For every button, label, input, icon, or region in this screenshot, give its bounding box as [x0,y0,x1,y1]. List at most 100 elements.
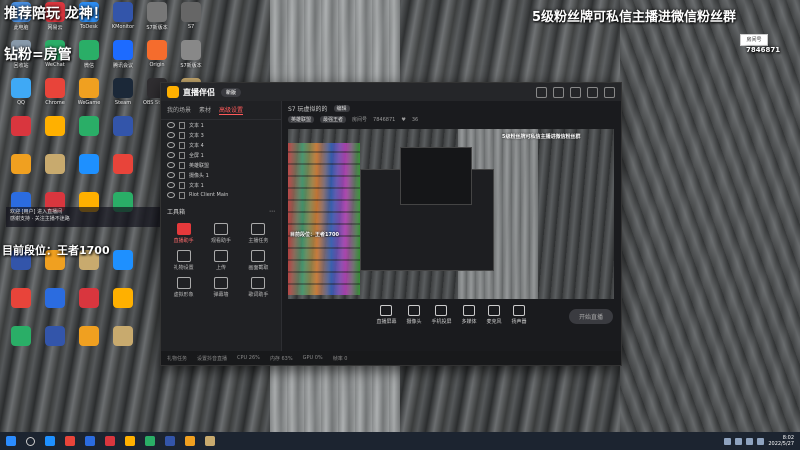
toolbox-tool-button[interactable]: 观看助手 [202,223,239,244]
desktop-icon[interactable] [72,326,106,348]
desktop-icon[interactable]: S7新版本 [174,40,208,69]
source-control-button[interactable]: 麦克风 [487,305,502,325]
close-icon[interactable] [604,86,615,98]
desktop-icon[interactable]: Steam [106,78,140,106]
desktop-icon[interactable]: S7 [174,2,208,30]
lock-icon[interactable] [179,191,185,199]
taskbar-app-icon[interactable] [145,436,155,446]
category-tag[interactable]: 英雄联盟 [288,116,315,123]
taskbar-app-icon[interactable] [105,436,115,446]
lock-icon[interactable] [179,171,185,179]
visibility-eye-icon[interactable] [167,152,175,158]
message-icon[interactable] [536,86,547,98]
visibility-eye-icon[interactable] [167,132,175,138]
stream-preview[interactable]: 5级粉丝牌可私信主播进微信粉丝群 目前段位：王者1700 [288,129,614,299]
tray-icon[interactable] [735,437,743,445]
visibility-eye-icon[interactable] [167,182,175,188]
taskbar-app-icon[interactable] [185,436,195,446]
layer-item[interactable]: 文本 1 [161,180,281,190]
taskbar-app-icon[interactable] [45,436,55,446]
desktop-icon[interactable]: Origin [140,40,174,68]
desktop-icon[interactable]: 腾讯会议 [106,40,140,69]
visibility-eye-icon[interactable] [167,142,175,148]
maximize-icon[interactable] [587,86,598,98]
layer-item[interactable]: 文本 4 [161,140,281,150]
desktop-icon[interactable]: KMonitor [106,2,140,30]
desktop-icon[interactable] [106,154,140,176]
desktop-icon[interactable] [106,250,140,272]
desktop-icon[interactable]: Chrome [38,78,72,106]
source-control-button[interactable]: 多媒体 [462,305,477,325]
rank-tag[interactable]: 最强王者 [320,116,347,123]
start-live-button[interactable]: 开始直播 [568,309,613,324]
windows-start-icon[interactable] [6,436,16,446]
lock-icon[interactable] [179,181,185,189]
tab-my-scenes[interactable]: 我的场景 [167,105,191,115]
minimize-icon[interactable] [570,86,581,98]
lock-icon[interactable] [179,161,185,169]
visibility-eye-icon[interactable] [167,162,175,168]
source-control-button[interactable]: 直播屏幕 [376,305,396,325]
desktop-icon[interactable] [38,154,72,176]
volume-icon[interactable] [757,437,765,445]
clock[interactable]: 8:02 2022/5/27 [768,435,794,447]
toolbox-tool-button[interactable]: 上传 [202,250,239,271]
layer-item[interactable]: 英雄联盟 [161,160,281,170]
taskbar-app-icon[interactable] [85,436,95,446]
search-icon[interactable] [26,436,35,446]
visibility-eye-icon[interactable] [167,192,175,198]
tab-assets[interactable]: 素材 [199,105,211,115]
desktop-icon[interactable]: QQ [4,78,38,106]
desktop-icon[interactable]: S7新版本 [140,2,174,31]
toolbox-tool-button[interactable]: 歌词助手 [240,277,277,298]
source-control-button[interactable]: 扬声器 [512,305,527,325]
toolbox-tool-button[interactable]: 弹幕墙 [202,277,239,298]
desktop-icon[interactable]: WeGame [72,78,106,106]
settings-icon[interactable] [553,86,564,98]
desktop-icon[interactable] [72,116,106,138]
desktop-icon[interactable] [72,154,106,176]
visibility-eye-icon[interactable] [167,172,175,178]
desktop-icon[interactable] [106,288,140,310]
layer-item[interactable]: 全屏 1 [161,150,281,160]
toolbox-tool-button[interactable]: 主播任务 [240,223,277,244]
source-control-button[interactable]: 手机投屏 [431,305,452,325]
taskbar-app-icon[interactable] [125,436,135,446]
visibility-eye-icon[interactable] [167,122,175,128]
desktop-icon[interactable] [4,154,38,176]
toolbox-tool-button[interactable]: 画面截取 [240,250,277,271]
desktop-icon[interactable] [106,116,140,138]
taskbar-app-icon[interactable] [165,436,175,446]
toolbox-more-icon[interactable]: ⋯ [269,208,275,215]
desktop-icon[interactable] [4,116,38,138]
desktop-icon[interactable] [38,288,72,310]
layer-item[interactable]: 文本 1 [161,120,281,130]
desktop-icon[interactable] [4,326,38,348]
taskbar-app-icon[interactable] [205,436,215,446]
lock-icon[interactable] [179,131,185,139]
lock-icon[interactable] [179,151,185,159]
toolbox-tool-button[interactable]: 虚拟形象 [165,277,202,298]
tab-advanced[interactable]: 高级设置 [219,105,244,115]
desktop-icon[interactable] [38,326,72,348]
control-label: 多媒体 [461,319,477,325]
version-button[interactable]: 新版 [221,87,242,97]
desktop-icon[interactable] [38,116,72,138]
desktop-icon[interactable] [106,326,140,348]
tray-icon[interactable] [724,437,732,445]
network-icon[interactable] [746,437,754,445]
layer-item[interactable]: 文本 3 [161,130,281,140]
lock-icon[interactable] [179,121,185,129]
desktop-icon[interactable] [4,288,38,310]
app-icon [79,326,99,346]
edit-title-button[interactable]: 编辑 [333,105,350,112]
layer-item[interactable]: 摄像头 1 [161,170,281,180]
desktop-icon[interactable] [72,288,106,310]
layer-item[interactable]: Riot Client Main [161,190,281,200]
taskbar-app-icon[interactable] [65,436,75,446]
lock-icon[interactable] [179,141,185,149]
desktop-icon[interactable]: 微信 [72,40,106,69]
toolbox-tool-button[interactable]: 直播助手 [165,223,202,244]
source-control-button[interactable]: 摄像头 [406,305,421,325]
toolbox-tool-button[interactable]: 礼物设置 [165,250,202,271]
